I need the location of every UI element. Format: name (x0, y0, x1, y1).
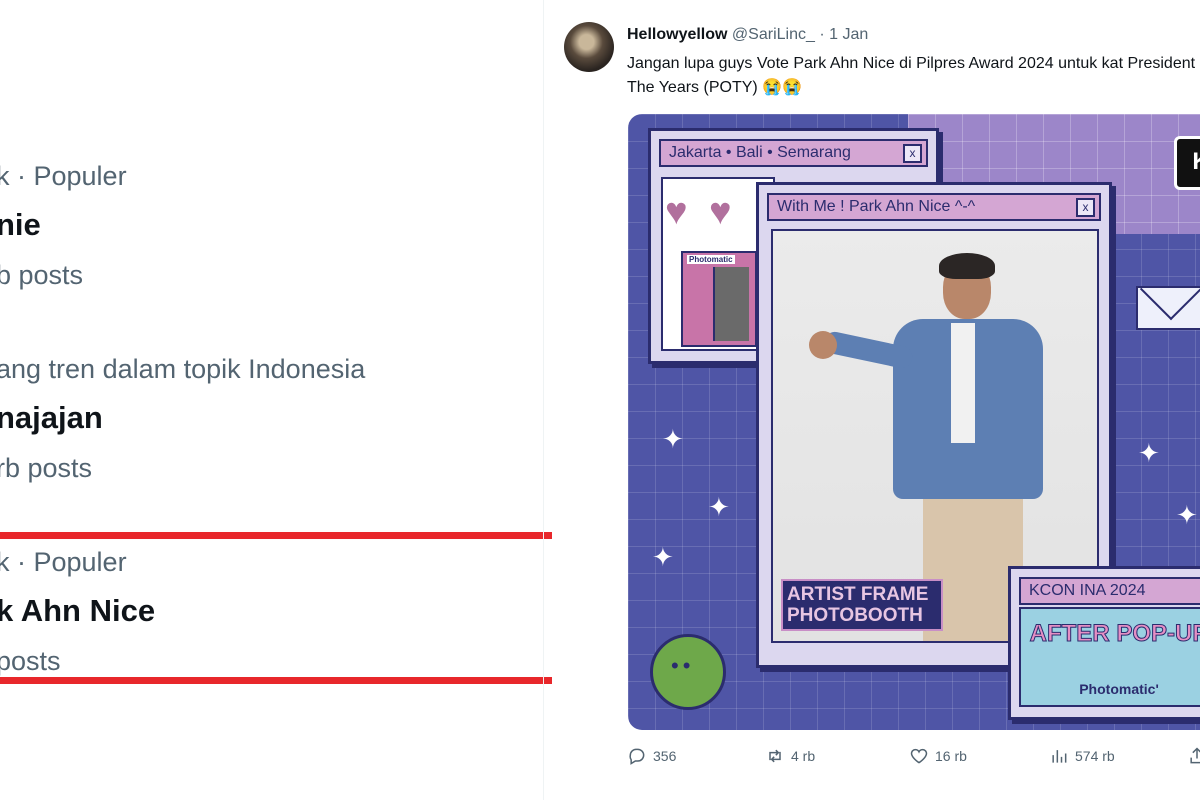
reply-count: 356 (653, 748, 677, 764)
person-shirt (951, 323, 975, 443)
close-icon: x (903, 144, 922, 163)
display-name[interactable]: Hellowyellow (627, 26, 727, 43)
close-icon: x (1076, 198, 1095, 217)
window-title: With Me ! Park Ahn Nice ^-^ x (767, 193, 1101, 221)
window-title-text: Jakarta • Bali • Semarang (669, 144, 851, 161)
sparkle-icon: ✦ (708, 492, 730, 522)
share-icon (1190, 747, 1200, 764)
artist-frame-label: ARTIST FRAME PHOTOBOOTH (781, 579, 943, 631)
timestamp[interactable]: 1 Jan (829, 26, 868, 43)
tweet-text-body: Jangan lupa guys Vote Park Ahn Nice di P… (627, 55, 1200, 96)
kcon-logo-icon: K (1174, 136, 1200, 190)
mascot-icon (650, 634, 726, 710)
user-handle[interactable]: @SariLinc_ (732, 26, 815, 43)
person-fist (809, 331, 837, 359)
person-hair (939, 253, 995, 279)
repost-count: 4 rb (791, 748, 816, 764)
views-button[interactable]: 574 rb (1049, 746, 1115, 766)
heart-icon (910, 748, 928, 764)
tweet[interactable]: Hellowyellow @SariLinc_ · 1 Jan Jangan l… (552, 0, 1200, 800)
sparkle-icon: ✦ (1176, 500, 1198, 530)
reply-icon (629, 748, 645, 765)
trends-panel: k · Populer nie b posts ang tren dalam t… (0, 0, 612, 800)
tweet-text: Jangan lupa guys Vote Park Ahn Nice di P… (627, 52, 1200, 100)
heart-icon: ♥ (709, 191, 732, 233)
booth-label: Photomatic (687, 255, 735, 264)
share-button[interactable] (1187, 746, 1200, 766)
window-title-text: With Me ! Park Ahn Nice ^-^ (777, 198, 976, 215)
window-title: KCON INA 2024 (1019, 577, 1200, 605)
booth-door (713, 267, 749, 341)
column-divider (543, 0, 544, 800)
heart-icon: ♥ (665, 191, 688, 233)
trend-post-count: rb posts (0, 453, 93, 483)
photobooth-illustration: Photomatic (681, 251, 757, 347)
tweet-media-image[interactable]: Jakarta • Bali • Semarang x ♥ ♥ Photomat… (628, 114, 1200, 730)
sparkle-icon: ✦ (1138, 438, 1160, 468)
trend-meta: ang tren dalam topik Indonesia (0, 354, 366, 384)
sparkle-icon: ✦ (652, 542, 674, 572)
reply-button[interactable]: 356 (627, 746, 676, 766)
window-title: Jakarta • Bali • Semarang x (659, 139, 928, 167)
highlight-box (0, 532, 612, 684)
repost-button[interactable]: 4 rb (765, 746, 815, 766)
repost-icon (769, 749, 781, 763)
envelope-icon (1136, 286, 1200, 330)
like-count: 16 rb (935, 748, 967, 764)
trend-post-count: b posts (0, 260, 84, 290)
trend-name: najajan (0, 400, 103, 435)
tweet-actions: 356 4 rb 16 rb 574 rb (627, 746, 1200, 776)
views-count: 574 rb (1075, 748, 1115, 764)
trend-name: nie (0, 207, 41, 242)
after-popup-text: AFTER POP-UP (1029, 620, 1200, 647)
views-chart-icon (1052, 750, 1067, 763)
brand-text: Photomatic' (1079, 681, 1159, 697)
tweet-header: Hellowyellow @SariLinc_ · 1 Jan (627, 26, 868, 44)
crying-emoji-icon: 😭😭 (762, 79, 803, 96)
window-kcon: KCON INA 2024 AFTER POP-UP Photomatic' (1008, 566, 1200, 720)
like-button[interactable]: 16 rb (909, 746, 967, 766)
window-title-text: KCON INA 2024 (1029, 582, 1146, 599)
separator: · (819, 26, 825, 43)
sparkle-icon: ✦ (662, 424, 684, 454)
trend-meta: k · Populer (0, 161, 127, 191)
avatar[interactable] (564, 22, 614, 72)
window-body: AFTER POP-UP Photomatic' (1019, 607, 1200, 707)
